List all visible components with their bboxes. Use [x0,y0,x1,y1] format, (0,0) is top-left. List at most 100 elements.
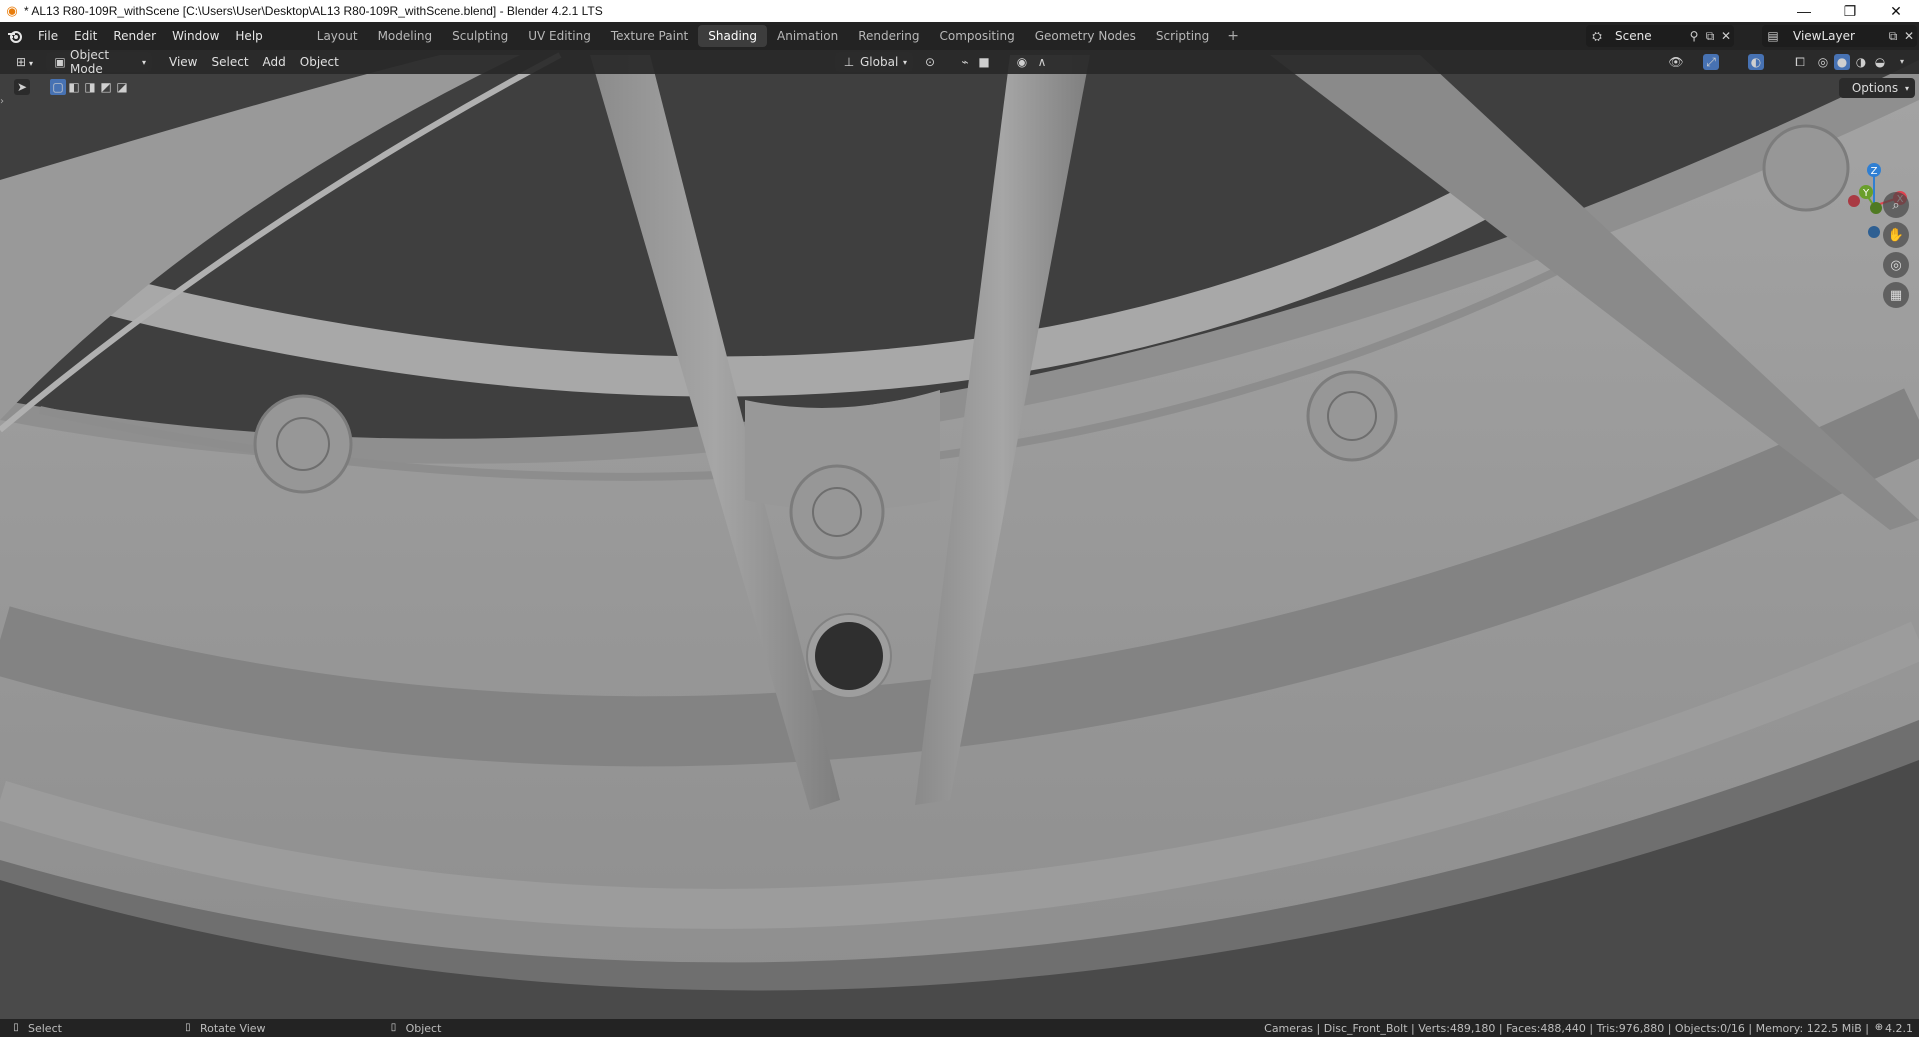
gizmo-neg-x[interactable] [1848,195,1860,207]
mouse-left-icon: ▯ [13,1022,19,1033]
menu-file[interactable]: File [30,22,66,50]
editor-type-icon: ⊞ [15,55,27,69]
scene-selector[interactable]: ⛭ Scene ⚲ ⧉ ✕ [1586,25,1734,47]
close-button[interactable]: ✕ [1873,0,1919,22]
3d-viewport[interactable]: Z X Y ⌕ ✋ ◎ ▦ › [0,50,1919,1019]
wireframe-shading-icon[interactable]: ◎ [1815,54,1831,70]
xray-icon[interactable]: ⧠ [1792,54,1808,70]
viewport-menu-select[interactable]: Select [205,52,256,72]
scene-statistics: Cameras | Disc_Front_Bolt | Verts:489,18… [1264,1021,1869,1035]
object-mode-icon: ▣ [54,55,66,69]
navigation-gizmo[interactable]: Z X Y [1820,108,1916,238]
remove-view-layer-icon[interactable]: ✕ [1901,28,1917,44]
select-box-intersect-icon[interactable]: ◪ [114,79,130,95]
menu-window[interactable]: Window [164,22,227,50]
version-label: 4.2.1 [1885,1021,1913,1035]
viewport-menu-view[interactable]: View [162,52,204,72]
camera-view-icon[interactable]: ◎ [1883,252,1909,278]
tab-modeling[interactable]: Modeling [368,25,443,47]
select-box-new-icon[interactable]: ▢ [50,79,66,95]
tab-texture-paint[interactable]: Texture Paint [601,25,698,47]
visibility-icon[interactable]: 👁 [1668,54,1684,70]
gizmo-y-label: Y [1862,188,1870,199]
tab-uv-editing[interactable]: UV Editing [518,25,601,47]
mouse-middle-icon: ▯ [185,1022,191,1033]
tab-geometry-nodes[interactable]: Geometry Nodes [1025,25,1146,47]
orientation-icon: ⊥ [843,55,855,69]
gizmo-neg-z[interactable] [1868,226,1880,238]
zoom-view-icon[interactable]: ⌕ [1883,192,1909,218]
gizmo-z-label: Z [1871,166,1878,177]
remove-scene-icon[interactable]: ✕ [1718,28,1734,44]
tab-scripting[interactable]: Scripting [1146,25,1219,47]
options-dropdown[interactable]: Options ▾ [1839,78,1915,98]
view-layer-icon: ▤ [1767,29,1779,43]
mode-dropdown[interactable]: ▣ Object Mode ▾ [46,48,153,76]
select-tool-icon[interactable]: ➤ [14,79,30,95]
falloff-icon[interactable]: ∧ [1034,54,1050,70]
gizmo-neg-y[interactable] [1870,202,1882,214]
maximize-button[interactable]: ❐ [1827,0,1873,22]
menu-edit[interactable]: Edit [66,22,105,50]
tab-shading[interactable]: Shading [698,25,767,47]
new-view-layer-icon[interactable]: ⧉ [1885,28,1901,44]
minimize-button[interactable]: — [1781,0,1827,22]
editor-type-button[interactable]: ⊞ ▾ [6,52,40,72]
ortho-toggle-icon[interactable]: ▦ [1883,282,1909,308]
tab-sculpting[interactable]: Sculpting [442,25,518,47]
tool-settings-row: ➤ ▢ ◧ ◨ ◩ ◪ Options ▾ [0,74,1919,100]
window-title: * AL13 R80-109R_withScene [C:\Users\User… [24,4,603,18]
blender-app-icon: ◉ [6,3,18,18]
window-titlebar: ◉ * AL13 R80-109R_withScene [C:\Users\Us… [0,0,1919,22]
viewport-header: ⊞ ▾ ▣ Object Mode ▾ View Select Add Objec… [0,48,1919,76]
scene-icon: ⛭ [1592,29,1602,43]
select-box-extend-icon[interactable]: ◧ [66,79,82,95]
status-bar: ▯ Select ▯ Rotate View ▯ Object Cameras … [0,1019,1919,1037]
chevron-down-icon: ▾ [1904,83,1909,93]
chevron-down-icon: ▾ [142,57,147,67]
chevron-down-icon: ▾ [902,57,907,67]
valve-hole [806,613,892,699]
proportional-edit-icon[interactable]: ◉ [1014,54,1030,70]
view-layer-selector[interactable]: ▤ ViewLayer ⧉ ✕ [1762,25,1917,47]
menu-render[interactable]: Render [105,22,164,50]
mouse-right-icon: ▯ [390,1022,397,1033]
add-workspace-button[interactable]: + [1219,28,1247,44]
select-box-subtract-icon[interactable]: ◨ [82,79,98,95]
blender-logo-icon[interactable] [0,22,30,50]
menu-help[interactable]: Help [227,22,270,50]
pivot-point-icon[interactable]: ⊙ [922,54,938,70]
pin-icon[interactable]: ⚲ [1686,28,1702,44]
overlays-icon[interactable]: ◐ [1748,54,1764,70]
new-scene-icon[interactable]: ⧉ [1702,28,1718,44]
solid-shading-icon[interactable]: ● [1834,54,1850,70]
tab-animation[interactable]: Animation [767,25,848,47]
rendered-shading-icon[interactable]: ◒ [1872,54,1888,70]
status-rotate-label: Rotate View [199,1021,266,1035]
orientation-label: Global [860,55,899,69]
transform-orientation-dropdown[interactable]: ⊥ Global ▾ [835,52,913,72]
tab-compositing[interactable]: Compositing [929,25,1024,47]
bolt-center [789,464,885,560]
status-object-label: Object [405,1021,442,1035]
top-menu-bar: File Edit Render Window Help Layout Mode… [0,22,1919,50]
view-layer-name: ViewLayer [1793,29,1855,43]
options-label: Options [1851,81,1899,95]
bolt-right [1306,370,1398,462]
pan-view-icon[interactable]: ✋ [1883,222,1909,248]
gizmo-toggle-icon[interactable]: ⤢ [1703,54,1719,70]
mode-label: Object Mode [70,48,110,76]
wheel-render [0,50,1919,1019]
scene-name: Scene [1615,29,1652,43]
shading-options-icon[interactable]: ▾ [1894,54,1910,70]
bolt-left [253,394,353,494]
tab-rendering[interactable]: Rendering [848,25,929,47]
snap-target-icon[interactable]: ■ [976,54,992,70]
material-shading-icon[interactable]: ◑ [1853,54,1869,70]
tab-layout[interactable]: Layout [307,25,368,47]
snap-icon[interactable]: ⌁ [957,54,973,70]
viewport-menu-add[interactable]: Add [256,52,293,72]
select-box-invert-icon[interactable]: ◩ [98,79,114,95]
status-select-label: Select [28,1021,62,1035]
viewport-menu-object[interactable]: Object [293,52,346,72]
